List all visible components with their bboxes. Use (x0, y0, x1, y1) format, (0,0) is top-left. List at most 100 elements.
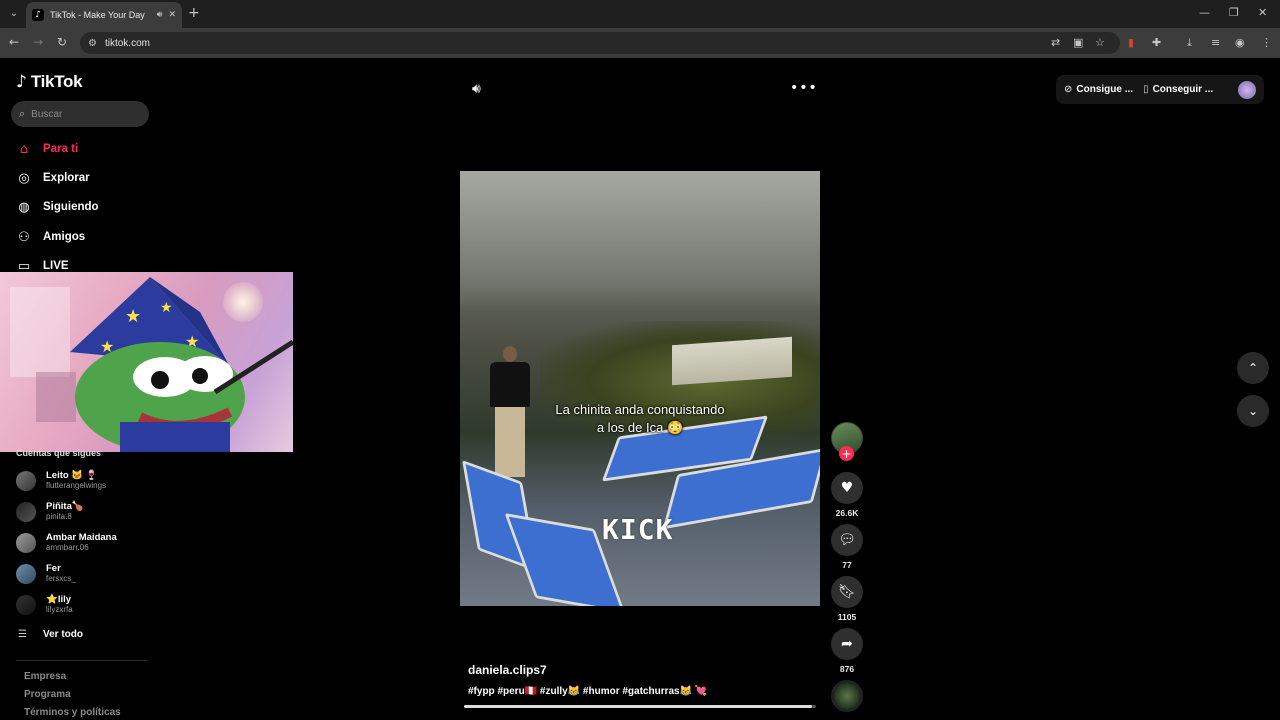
nav-label: Amigos (43, 231, 86, 243)
like-button[interactable]: ♥ (831, 472, 863, 504)
video-caption: La chinita anda conquistando a los de Ic… (460, 401, 820, 437)
chevron-up-icon: ⌃ (1247, 361, 1259, 375)
share-arrow-icon: ➦ (841, 636, 853, 652)
share-count: 876 (839, 664, 855, 674)
nav-item-amigos[interactable]: ⚇ Amigos (16, 227, 85, 247)
bookmark-star-icon[interactable]: ☆ (1095, 36, 1105, 49)
comment-count: 77 (842, 560, 852, 570)
nav-item-para-ti[interactable]: ⌂ Para ti (16, 139, 78, 159)
nav-item-explorar[interactable]: ◎ Explorar (16, 168, 90, 188)
downloads-icon[interactable]: ⤓ (1187, 36, 1192, 50)
video-author[interactable]: daniela.clips7 (468, 663, 547, 677)
followed-account[interactable]: ⭐lily lilyzxrfa (16, 592, 73, 618)
comment-icon: 💬︎ (838, 532, 856, 548)
footer-link-terminos[interactable]: Términos y políticas (24, 707, 121, 718)
search-icon: ⌕ (19, 107, 26, 120)
extension-icon[interactable]: ▮ (1128, 36, 1134, 49)
get-coins-button[interactable]: ⊘ Consigue ... (1064, 84, 1133, 95)
user-avatar[interactable] (1238, 80, 1256, 99)
avatar (16, 564, 36, 584)
browser-tab-bar: ⌄ ♪ TikTok - Make Your Day 🔊︎ ✕ + — ❐ ✕ (0, 0, 1280, 28)
tiktok-favicon-icon: ♪ (32, 9, 44, 21)
nav-label: Para ti (43, 143, 79, 155)
browser-menu-icon[interactable]: ⋮ (1261, 36, 1272, 49)
new-tab-icon[interactable]: + (188, 5, 200, 21)
window-close-icon[interactable]: ✕ (1258, 6, 1267, 19)
video-player[interactable]: La chinita anda conquistando a los de Ic… (460, 171, 820, 606)
followed-account[interactable]: Ambar Maidana ammbarr.06 (16, 530, 117, 556)
volume-icon[interactable]: 🔊︎ (472, 81, 481, 97)
cast-icon[interactable]: ▣ (1073, 36, 1083, 49)
compass-icon: ◎ (18, 170, 30, 186)
like-count: 26.6K (835, 508, 859, 518)
get-app-label: Conseguir ... (1152, 84, 1214, 95)
account-handle: ammbarr.06 (46, 542, 89, 552)
svg-text:★: ★ (125, 306, 141, 327)
chevron-down-icon: ⌄ (1247, 404, 1259, 418)
footer-link-empresa[interactable]: Empresa (24, 671, 66, 682)
home-icon: ⌂ (19, 141, 29, 157)
streamer-overlay-image: ★ ★ ★ ★ (0, 272, 293, 452)
kick-watermark: KICK (602, 513, 674, 546)
followed-account[interactable]: Piñita🍗 pinita.8 (16, 499, 84, 525)
coin-icon: ⊘ (1064, 84, 1073, 95)
followed-account[interactable]: Fer fersxcs_ (16, 561, 76, 587)
followed-account[interactable]: Leito 🐱 🍷 flutterangelwings (16, 468, 106, 494)
nav-label: LIVE (43, 260, 69, 272)
profile-icon[interactable]: ◉ (1235, 36, 1245, 49)
save-button[interactable]: 🔖︎ (831, 576, 863, 608)
tab-search-icon[interactable]: ⌄ (6, 5, 22, 21)
reload-icon[interactable]: ↻ (57, 35, 67, 49)
save-count: 1105 (837, 612, 857, 622)
tab-title: TikTok - Make Your Day (50, 10, 145, 20)
music-disc-icon[interactable] (831, 680, 863, 712)
account-handle: lilyzxrfa (46, 604, 73, 614)
bookmark-icon: 🔖︎ (838, 584, 856, 600)
browser-toolbar: ← → ↻ ⚙ tiktok.com ⇄ ▣ ☆ ▮ ✚ ⤓ ≡ ◉ ⋮ (0, 28, 1280, 58)
translate-icon[interactable]: ⇄ (1051, 36, 1060, 49)
list-icon: ☰ (18, 629, 27, 640)
address-bar[interactable]: ⚙ tiktok.com (80, 32, 1120, 54)
following-icon: ◍ (18, 199, 30, 215)
footer-link-programa[interactable]: Programa (24, 689, 71, 700)
friends-icon: ⚇ (18, 229, 30, 245)
nav-label: Explorar (43, 172, 90, 184)
search-input[interactable] (31, 108, 132, 120)
caption-line: a los de Ica 😳 (596, 420, 684, 435)
tiktok-logo[interactable]: ♪ TikTok (16, 72, 83, 92)
get-app-button[interactable]: ▯ Conseguir ... (1143, 84, 1213, 95)
following-title: Cuentas que sigues (16, 448, 102, 458)
top-right-actions: ⊘ Consigue ... ▯ Conseguir ... (1056, 75, 1264, 104)
url-text: tiktok.com (104, 37, 150, 49)
video-description[interactable]: #fypp #peru🇵🇪 #zully😹 #humor #gatchurras… (468, 686, 707, 697)
nav-item-siguiendo[interactable]: ◍ Siguiendo (16, 197, 99, 217)
avatar (16, 471, 36, 491)
more-options-icon[interactable]: ••• (790, 80, 818, 96)
avatar (16, 533, 36, 553)
site-info-icon[interactable]: ⚙ (88, 38, 97, 49)
divider (16, 660, 148, 661)
previous-video-button[interactable]: ⌃ (1237, 352, 1269, 384)
tab-close-icon[interactable]: ✕ (168, 10, 176, 20)
comment-button[interactable]: 💬︎ (831, 524, 863, 556)
restore-icon[interactable]: ❐ (1229, 6, 1239, 19)
account-handle: fersxcs_ (46, 573, 76, 583)
follow-plus-icon[interactable]: + (839, 446, 854, 461)
extensions-puzzle-icon[interactable]: ✚ (1152, 36, 1161, 49)
browser-tab[interactable]: ♪ TikTok - Make Your Day 🔊︎ ✕ (26, 2, 182, 28)
svg-text:★: ★ (160, 300, 173, 316)
see-all-button[interactable]: ☰ Ver todo (18, 629, 83, 640)
get-coins-label: Consigue ... (1076, 84, 1134, 95)
media-control-icon[interactable]: ≡ (1211, 36, 1220, 49)
forward-icon[interactable]: → (33, 35, 43, 49)
video-progress-bar[interactable] (464, 705, 816, 708)
nav-label: Siguiendo (43, 201, 99, 213)
tiktok-note-icon: ♪ (16, 72, 27, 92)
tab-audio-icon[interactable]: 🔊︎ (157, 10, 163, 20)
phone-icon: ▯ (1143, 84, 1149, 95)
share-button[interactable]: ➦ (831, 628, 863, 660)
next-video-button[interactable]: ⌄ (1237, 395, 1269, 427)
minimize-icon[interactable]: — (1199, 6, 1210, 19)
back-icon[interactable]: ← (9, 35, 19, 49)
search-box[interactable]: ⌕ (11, 101, 149, 127)
